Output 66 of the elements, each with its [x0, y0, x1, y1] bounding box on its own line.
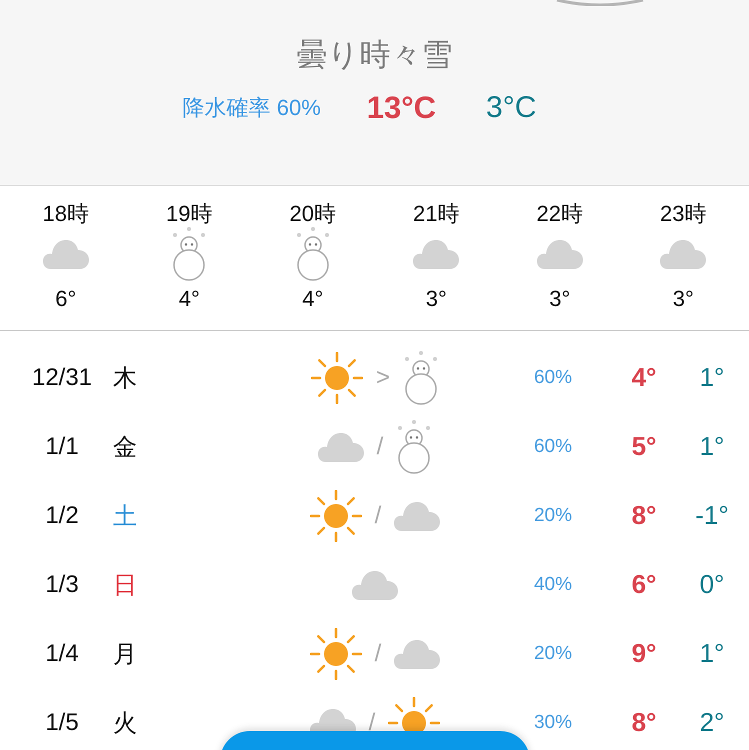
- precipitation-chance: 20%: [532, 642, 574, 664]
- hour-temperature: 3°: [426, 287, 447, 311]
- cloud-icon: [394, 500, 440, 532]
- hour-temperature: 3°: [672, 287, 694, 311]
- sun-icon: [310, 490, 362, 542]
- low-temperature: -1°: [694, 500, 730, 531]
- low-temperature: 1°: [698, 638, 726, 669]
- date-label: 1/5: [44, 708, 80, 736]
- hour-label: 20時: [290, 202, 336, 226]
- weather-condition: 曇り時々雪: [296, 36, 452, 74]
- separator: /: [374, 640, 382, 668]
- cloud-icon: [536, 238, 583, 270]
- hour-label: 18時: [42, 202, 89, 226]
- high-temperature: 8°: [630, 500, 658, 531]
- cloud-icon: [394, 638, 440, 670]
- high-temperature: 4°: [630, 362, 658, 393]
- high-temperature: 9°: [630, 638, 658, 669]
- hour-label: 19時: [166, 202, 212, 226]
- date-label: 1/3: [44, 570, 80, 598]
- date-label: 12/31: [30, 364, 94, 392]
- date-label: 1/1: [44, 432, 80, 460]
- precipitation-chance: 60%: [532, 366, 574, 388]
- cloud-icon: [42, 238, 89, 270]
- high-temperature: 5°: [630, 431, 658, 462]
- weekday-label: 火: [112, 708, 138, 738]
- low-temperature: 1°: [698, 431, 726, 462]
- precipitation-chance: 30%: [532, 712, 574, 734]
- separator: /: [368, 708, 376, 736]
- snowman-icon: [294, 227, 331, 281]
- separator: /: [376, 432, 384, 460]
- precipitation-chance: 降水確率 60%: [182, 94, 321, 122]
- hour-label: 23時: [660, 202, 706, 226]
- hour-temperature: 3°: [549, 287, 570, 311]
- weekday-label: 日: [112, 570, 138, 600]
- date-label: 1/2: [44, 502, 80, 530]
- hour-label: 22時: [536, 202, 583, 226]
- snowman-icon: [171, 227, 208, 281]
- precipitation-chance: 60%: [532, 436, 574, 458]
- separator: >: [376, 364, 390, 392]
- weekday-label: 木: [112, 364, 138, 394]
- cloud-icon: [352, 568, 398, 600]
- hour-temperature: 6°: [55, 287, 76, 311]
- date-label: 1/4: [44, 640, 80, 668]
- precipitation-chance: 20%: [532, 504, 574, 526]
- high-temperature: 8°: [630, 707, 658, 738]
- cloud-icon: [318, 430, 364, 462]
- sun-icon: [310, 352, 363, 404]
- weekday-label: 月: [112, 640, 138, 670]
- cloud-icon: [660, 238, 706, 270]
- high-temperature: 6°: [630, 569, 658, 600]
- snowman-icon: [403, 350, 439, 404]
- hour-label: 21時: [413, 202, 460, 226]
- hour-temperature: 4°: [178, 287, 200, 311]
- low-temperature: 3°C: [486, 91, 536, 125]
- low-temperature: 0°: [698, 569, 726, 600]
- hour-temperature: 4°: [302, 287, 324, 311]
- cloud-icon: [413, 238, 460, 270]
- weekday-label: 土: [112, 502, 138, 532]
- precipitation-chance: 40%: [532, 574, 574, 596]
- snowman-icon: [396, 420, 432, 474]
- low-temperature: 1°: [698, 362, 726, 393]
- weekday-label: 金: [112, 432, 138, 462]
- separator: /: [374, 502, 382, 530]
- high-temperature: 13°C: [366, 90, 436, 126]
- low-temperature: 2°: [698, 707, 726, 738]
- sun-icon: [310, 628, 362, 680]
